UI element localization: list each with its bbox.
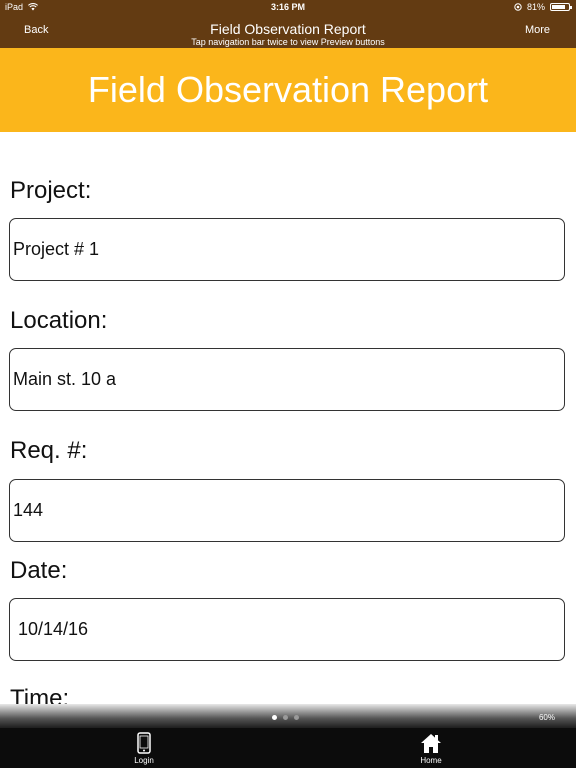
tab-login[interactable]: Login [114, 732, 174, 765]
tab-home-label: Home [420, 756, 442, 765]
location-value: Main st. 10 a [13, 369, 117, 389]
req-value: 144 [13, 500, 44, 520]
nav-subtitle: Tap navigation bar twice to view Preview… [191, 37, 385, 47]
status-right: 81% [514, 2, 572, 12]
status-time: 3:16 PM [270, 2, 305, 12]
page-dot[interactable] [272, 715, 277, 720]
status-bar: iPad 3:16 PM 81% [0, 0, 576, 14]
battery-fill [552, 5, 565, 9]
location-icon [514, 3, 522, 11]
project-label: Project: [10, 177, 92, 204]
battery-icon [550, 3, 572, 11]
page-indicator-bar: 60% [0, 704, 576, 728]
req-field[interactable]: 144 [9, 479, 565, 542]
page-dots[interactable] [272, 715, 299, 720]
date-value: 10/14/16 [18, 619, 89, 639]
battery-percent: 81% [526, 2, 545, 12]
date-field[interactable]: 10/14/16 [9, 598, 565, 661]
location-field[interactable]: Main st. 10 a [9, 348, 565, 411]
time-label: Time: [10, 685, 70, 704]
banner-title: Field Observation Report [87, 69, 489, 110]
home-icon [421, 734, 441, 753]
page-dot[interactable] [283, 715, 288, 720]
page-dot[interactable] [294, 715, 299, 720]
tab-bar: Login Home [0, 728, 576, 768]
nav-title: Field Observation Report [210, 21, 366, 37]
tab-login-label: Login [134, 756, 154, 765]
tab-home[interactable]: Home [401, 732, 461, 765]
location-label: Location: [10, 307, 108, 334]
project-value: Project # 1 [13, 239, 100, 259]
navigation-bar[interactable]: Back Field Observation Report Tap naviga… [0, 14, 576, 48]
zoom-level: 60% [538, 713, 555, 722]
project-field[interactable]: Project # 1 [9, 218, 565, 281]
more-button[interactable]: More [525, 24, 550, 36]
report-form[interactable]: Project: Project # 1 Location: Main st. … [0, 132, 576, 704]
req-label: Req. #: [10, 437, 88, 464]
report-banner: Field Observation Report [0, 48, 576, 132]
date-label: Date: [10, 557, 68, 584]
phone-icon [137, 732, 151, 754]
